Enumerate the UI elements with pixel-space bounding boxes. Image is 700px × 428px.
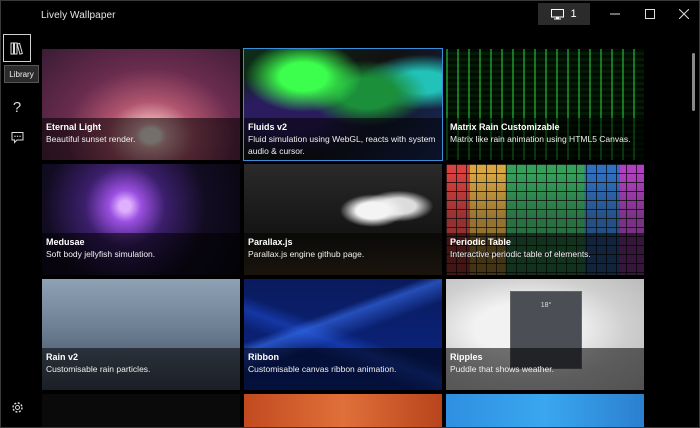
- settings-nav-button[interactable]: [3, 393, 31, 421]
- tile-title: Rain v2: [46, 351, 236, 363]
- wallpaper-preview: [446, 394, 644, 428]
- monitor-icon: [551, 9, 564, 20]
- wallpaper-preview: [244, 394, 442, 428]
- wallpaper-tile-fluids-v2[interactable]: Fluids v2 Fluid simulation using WebGL, …: [244, 49, 442, 160]
- help-icon: ?: [13, 99, 21, 116]
- tile-caption: Eternal Light Beautiful sunset render.: [42, 118, 240, 160]
- close-icon: [679, 9, 689, 19]
- nav-rail: ?: [1, 31, 33, 428]
- tile-description: Soft body jellyfish simulation.: [46, 248, 236, 260]
- tile-title: Eternal Light: [46, 121, 236, 133]
- tile-description: Parallax.js engine github page.: [248, 248, 438, 260]
- monitor-number: 1: [570, 8, 576, 20]
- tile-caption: Periodic Table Interactive periodic tabl…: [446, 233, 644, 275]
- tile-description: Interactive periodic table of elements.: [450, 248, 640, 260]
- close-button[interactable]: [667, 1, 700, 27]
- minimize-icon: [610, 9, 620, 19]
- tile-title: Matrix Rain Customizable: [450, 121, 640, 133]
- tile-title: Parallax.js: [248, 236, 438, 248]
- wallpaper-tile-ribbon[interactable]: Ribbon Customisable canvas ribbon animat…: [244, 279, 442, 390]
- minimize-button[interactable]: [598, 1, 632, 27]
- wallpaper-tile-medusae[interactable]: Medusae Soft body jellyfish simulation.: [42, 164, 240, 275]
- feedback-nav-button[interactable]: [3, 123, 31, 151]
- feedback-icon: [11, 131, 24, 144]
- tile-caption: Fluids v2 Fluid simulation using WebGL, …: [244, 118, 442, 160]
- library-icon: [10, 41, 24, 55]
- tile-description: Puddle that shows weather.: [450, 363, 640, 375]
- wallpaper-tile-parallax[interactable]: Parallax.js Parallax.js engine github pa…: [244, 164, 442, 275]
- library-nav-button[interactable]: [3, 34, 31, 62]
- app-title: Lively Wallpaper: [41, 10, 116, 21]
- monitor-select-button[interactable]: 1: [538, 3, 590, 25]
- tile-title: Medusae: [46, 236, 236, 248]
- help-nav-button[interactable]: ?: [3, 93, 31, 121]
- tile-description: Beautiful sunset render.: [46, 133, 236, 145]
- tile-description: Customisable rain particles.: [46, 363, 236, 375]
- tile-caption: Medusae Soft body jellyfish simulation.: [42, 233, 240, 275]
- tile-title: Ribbon: [248, 351, 438, 363]
- wallpaper-tile-eternal-light[interactable]: Eternal Light Beautiful sunset render.: [42, 49, 240, 160]
- tile-caption: Ripples Puddle that shows weather.: [446, 348, 644, 390]
- wallpaper-tile-periodic-table[interactable]: Periodic Table Interactive periodic tabl…: [446, 164, 644, 275]
- wallpaper-tile-matrix-rain[interactable]: Matrix Rain Customizable Matrix like rai…: [446, 49, 644, 160]
- tile-caption: Ribbon Customisable canvas ribbon animat…: [244, 348, 442, 390]
- weather-temperature: 18°: [511, 302, 581, 309]
- wallpaper-tile-partial[interactable]: [244, 394, 442, 428]
- tile-description: Customisable canvas ribbon animation.: [248, 363, 438, 375]
- tile-title: Fluids v2: [248, 121, 438, 133]
- tile-caption: Parallax.js Parallax.js engine github pa…: [244, 233, 442, 275]
- tile-title: Ripples: [450, 351, 640, 363]
- title-bar: Lively Wallpaper 1: [1, 1, 700, 31]
- tile-description: Matrix like rain animation using HTML5 C…: [450, 133, 640, 145]
- app-window: Lively Wallpaper 1: [0, 0, 700, 428]
- wallpaper-tile-ripples[interactable]: 18° Ripples Puddle that shows weather.: [446, 279, 644, 390]
- gear-icon: [11, 401, 24, 414]
- maximize-button[interactable]: [633, 1, 667, 27]
- maximize-icon: [645, 9, 655, 19]
- wallpaper-preview: [42, 394, 240, 428]
- wallpaper-tile-rain-v2[interactable]: Rain v2 Customisable rain particles.: [42, 279, 240, 390]
- tile-caption: Matrix Rain Customizable Matrix like rai…: [446, 118, 644, 160]
- wallpaper-tile-partial[interactable]: [446, 394, 644, 428]
- tile-title: Periodic Table: [450, 236, 640, 248]
- tile-caption: Rain v2 Customisable rain particles.: [42, 348, 240, 390]
- wallpaper-tile-partial[interactable]: [42, 394, 240, 428]
- library-tooltip: Library: [4, 65, 39, 83]
- tile-description: Fluid simulation using WebGL, reacts wit…: [248, 133, 438, 157]
- vertical-scrollbar[interactable]: [692, 53, 695, 111]
